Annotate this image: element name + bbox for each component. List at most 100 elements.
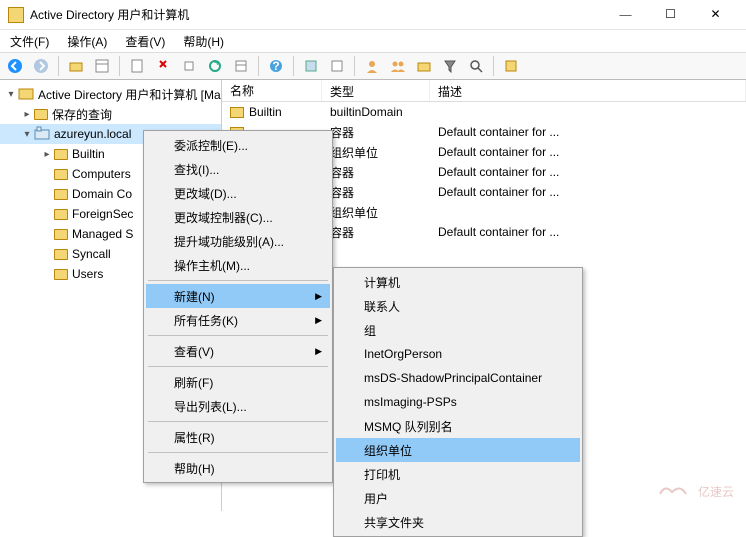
ctx-new-item[interactable]: 用户 xyxy=(336,486,580,510)
ctx-new-item[interactable]: 组 xyxy=(336,318,580,342)
folder-icon xyxy=(54,169,68,180)
app-icon xyxy=(8,7,24,23)
folder-icon xyxy=(54,249,68,260)
cell-type: builtinDomain xyxy=(322,105,430,119)
up-button[interactable] xyxy=(65,55,87,77)
maximize-button[interactable]: ☐ xyxy=(648,0,693,30)
ctx-change-dc[interactable]: 更改域控制器(C)... xyxy=(146,205,330,229)
tree-label: Computers xyxy=(72,167,131,181)
tree-label: Users xyxy=(72,267,103,281)
tree-label: ForeignSec xyxy=(72,207,133,221)
svg-text:亿速云: 亿速云 xyxy=(698,484,734,499)
tree-label: 保存的查询 xyxy=(52,106,112,123)
tree-label: azureyun.local xyxy=(54,127,131,141)
close-button[interactable]: ✕ xyxy=(693,0,738,30)
domain-icon xyxy=(34,126,50,142)
cell-desc: Default container for ... xyxy=(430,185,746,199)
list-row[interactable]: Builtin builtinDomain xyxy=(222,102,746,122)
ctx-new-item[interactable]: 打印机 xyxy=(336,462,580,486)
menu-help[interactable]: 帮助(H) xyxy=(179,31,228,52)
users-icon[interactable] xyxy=(387,55,409,77)
window-title: Active Directory 用户和计算机 xyxy=(30,6,603,23)
last-tool[interactable] xyxy=(500,55,522,77)
ctx-new-item[interactable]: InetOrgPerson xyxy=(336,342,580,366)
tool-1[interactable] xyxy=(300,55,322,77)
ctx-help[interactable]: 帮助(H) xyxy=(146,456,330,480)
folder-icon xyxy=(54,229,68,240)
col-desc[interactable]: 描述 xyxy=(430,80,746,101)
back-button[interactable] xyxy=(4,55,26,77)
ctx-raise-level[interactable]: 提升域功能级别(A)... xyxy=(146,229,330,253)
cell-desc: Default container for ... xyxy=(430,125,746,139)
ctx-new-item[interactable]: msImaging-PSPs xyxy=(336,390,580,414)
separator xyxy=(148,366,328,367)
title-bar: Active Directory 用户和计算机 — ☐ ✕ xyxy=(0,0,746,30)
col-name[interactable]: 名称 xyxy=(222,80,322,101)
view-button[interactable] xyxy=(91,55,113,77)
ctx-refresh[interactable]: 刷新(F) xyxy=(146,370,330,394)
separator xyxy=(148,452,328,453)
ctx-delegate[interactable]: 委派控制(E)... xyxy=(146,133,330,157)
ctx-new-item[interactable]: 计算机 xyxy=(336,270,580,294)
group-icon[interactable] xyxy=(413,55,435,77)
minimize-button[interactable]: — xyxy=(603,0,648,30)
ctx-view[interactable]: 查看(V)▶ xyxy=(146,339,330,363)
cell-desc: Default container for ... xyxy=(430,145,746,159)
cell-type: 容器 xyxy=(322,224,430,241)
folder-icon xyxy=(54,269,68,280)
list-header: 名称 类型 描述 xyxy=(222,80,746,102)
properties-button[interactable] xyxy=(204,55,226,77)
tree-saved-queries[interactable]: ▸ 保存的查询 xyxy=(0,104,221,124)
watermark: 亿速云 xyxy=(650,464,740,507)
tree-label: Active Directory 用户和计算机 [Ma xyxy=(38,86,221,103)
filter-icon[interactable] xyxy=(439,55,461,77)
aduc-icon xyxy=(18,86,34,102)
delete-button[interactable] xyxy=(178,55,200,77)
menu-bar: 文件(F) 操作(A) 查看(V) 帮助(H) xyxy=(0,30,746,52)
expand-icon[interactable]: ▸ xyxy=(20,109,34,120)
ctx-new-item[interactable]: 联系人 xyxy=(336,294,580,318)
submenu-arrow-icon: ▶ xyxy=(315,315,322,326)
find-icon[interactable] xyxy=(465,55,487,77)
refresh-button[interactable] xyxy=(230,55,252,77)
ctx-properties[interactable]: 属性(R) xyxy=(146,425,330,449)
folder-icon xyxy=(54,209,68,220)
copy-button[interactable] xyxy=(152,55,174,77)
cell-type: 容器 xyxy=(322,184,430,201)
tree-root[interactable]: ▾ Active Directory 用户和计算机 [Ma xyxy=(0,84,221,104)
cut-button[interactable] xyxy=(126,55,148,77)
menu-file[interactable]: 文件(F) xyxy=(6,31,53,52)
cell-type: 组织单位 xyxy=(322,144,430,161)
menu-view[interactable]: 查看(V) xyxy=(121,31,169,52)
tool-2[interactable] xyxy=(326,55,348,77)
ctx-new[interactable]: 新建(N)▶ xyxy=(146,284,330,308)
folder-icon xyxy=(54,189,68,200)
forward-button[interactable] xyxy=(30,55,52,77)
cell-desc: Default container for ... xyxy=(430,225,746,239)
ctx-change-domain[interactable]: 更改域(D)... xyxy=(146,181,330,205)
tree-label: Domain Co xyxy=(72,187,132,201)
expand-icon[interactable]: ▾ xyxy=(4,89,18,100)
col-type[interactable]: 类型 xyxy=(322,80,430,101)
separator xyxy=(148,280,328,281)
user-icon[interactable] xyxy=(361,55,383,77)
separator xyxy=(148,421,328,422)
tree-label: Managed S xyxy=(72,227,133,241)
ctx-all-tasks[interactable]: 所有任务(K)▶ xyxy=(146,308,330,332)
ctx-new-item[interactable]: MSMQ 队列别名 xyxy=(336,414,580,438)
ctx-find[interactable]: 查找(I)... xyxy=(146,157,330,181)
ctx-new-item[interactable]: msDS-ShadowPrincipalContainer xyxy=(336,366,580,390)
tree-label: Syncall xyxy=(72,247,111,261)
svg-text:?: ? xyxy=(272,59,279,73)
cell-name: Builtin xyxy=(249,105,282,119)
ctx-op-masters[interactable]: 操作主机(M)... xyxy=(146,253,330,277)
separator xyxy=(148,335,328,336)
ctx-export[interactable]: 导出列表(L)... xyxy=(146,394,330,418)
folder-icon xyxy=(230,107,244,118)
folder-icon xyxy=(54,149,68,160)
ctx-new-item[interactable]: 组织单位 xyxy=(336,438,580,462)
menu-action[interactable]: 操作(A) xyxy=(63,31,111,52)
collapse-icon[interactable]: ▾ xyxy=(20,129,34,140)
ctx-new-item[interactable]: 共享文件夹 xyxy=(336,510,580,534)
help-button[interactable]: ? xyxy=(265,55,287,77)
